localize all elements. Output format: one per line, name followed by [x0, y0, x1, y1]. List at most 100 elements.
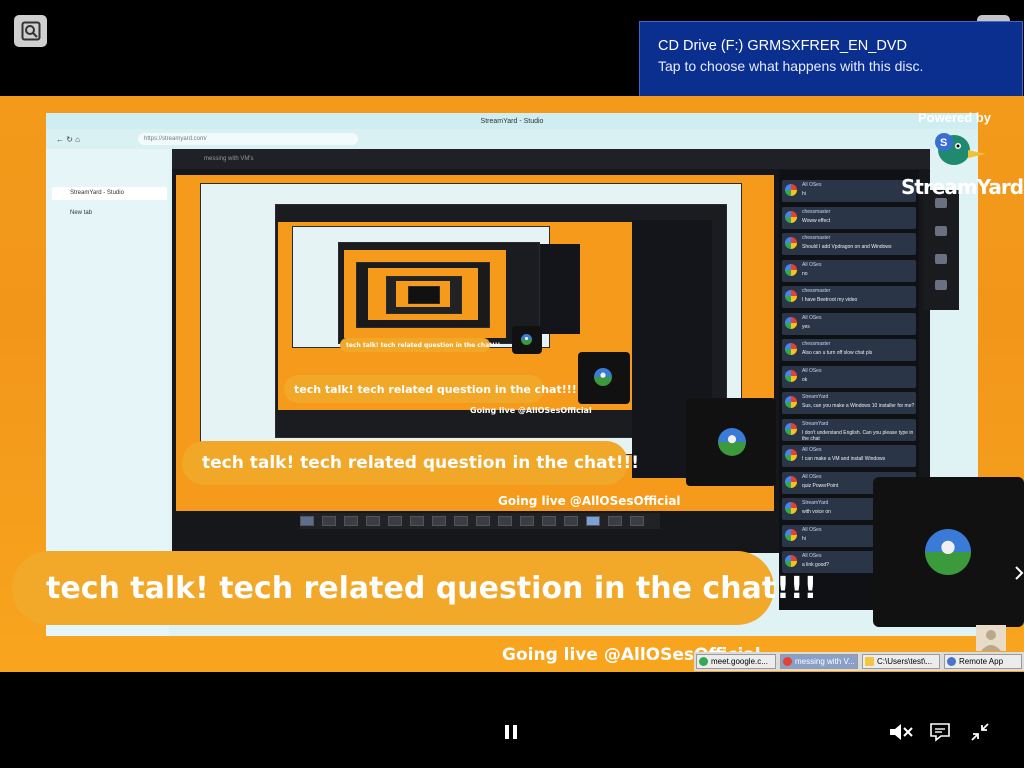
chat-author: All OSes [802, 473, 822, 480]
next-arrow-icon[interactable] [1014, 565, 1024, 581]
live-ticker-small: Going live @AllOSesOfficial [470, 406, 592, 415]
taskbar-item-label: Remote App [959, 657, 1004, 666]
side-tab-new: New tab [52, 207, 167, 220]
nested-studio-5 [408, 286, 440, 304]
layout-grid-icon [542, 516, 556, 526]
chat-message: chessmaster Also can u turn off slow chat… [782, 339, 916, 361]
camera-tile-tiny [512, 326, 542, 354]
chat-avatar [785, 528, 797, 541]
chat-author: chessmaster [802, 208, 831, 215]
chat-author: StreamYard [802, 500, 829, 506]
layout-blank-icon [476, 516, 490, 526]
banner-level-4: tech talk! tech related question in the … [340, 338, 500, 352]
chat-avatar [785, 343, 797, 355]
chat-author: StreamYard [802, 394, 829, 400]
chat-author: All OSes [802, 367, 822, 374]
chat-message: All OSes hi [782, 180, 916, 202]
chat-message: All OSes yes [782, 312, 916, 335]
taskbar-item-meet[interactable]: meet.google.c... [696, 654, 776, 669]
studio-header: messing with VM's [172, 149, 930, 169]
studio-title: messing with VM's [204, 156, 254, 162]
exit-fullscreen-button[interactable] [968, 720, 992, 744]
chat-author: StreamYard [802, 420, 829, 427]
layout-side-icon [498, 516, 512, 526]
toast-title: CD Drive (F:) GRMSXFRER_EN_DVD [658, 38, 907, 54]
camera-tile-large [873, 477, 1024, 627]
browser-title-bar: StreamYard - Studio [46, 113, 978, 129]
chat-message: All OSes ok [782, 365, 916, 388]
taskbar-item-label: C:\Users\test\... [877, 657, 933, 666]
layout-cinema-icon [432, 516, 446, 526]
taskbar-item-explorer[interactable]: C:\Users\test\... [862, 654, 940, 669]
chat-author: chessmaster [802, 288, 831, 294]
chrome-icon [699, 657, 708, 666]
taskbar-item-remote[interactable]: Remote App [944, 654, 1022, 669]
chat-text: hi [802, 191, 806, 197]
rail-private-icon [935, 280, 947, 290]
chat-author: All OSes [802, 182, 822, 188]
chat-avatar [785, 502, 797, 514]
svg-text:S: S [940, 137, 947, 149]
zoom-button[interactable] [14, 15, 47, 47]
chat-text: quiz PowerPoint [802, 482, 839, 489]
chat-text: Sus, can you make a Windows 10 installer… [802, 403, 915, 409]
chat-text: Should I add Vpdragon on and Windows [802, 244, 892, 250]
chat-avatar [785, 316, 797, 329]
banner-level-3: tech talk! tech related question in the … [284, 375, 577, 403]
folder-icon [865, 657, 874, 666]
chat-author: chessmaster [802, 341, 831, 347]
chat-avatar [785, 422, 797, 435]
chat-text: I can make a VM and install Windows [802, 456, 886, 462]
layout-split-icon [520, 516, 534, 526]
layout-selected-icon [586, 516, 600, 526]
layout-solo-icon [300, 516, 314, 526]
pause-button[interactable] [498, 720, 524, 744]
side-tab-studio: StreamYard - Studio [52, 187, 167, 200]
chat-text: no [802, 270, 808, 277]
side-tab-label: StreamYard - Studio [70, 190, 124, 196]
chat-author: chessmaster [802, 235, 831, 241]
streamyard-duck-logo: S [935, 133, 986, 165]
camera-avatar-large [925, 529, 971, 575]
chat-avatar [785, 475, 797, 488]
banner-level-1: tech talk! tech related question in the … [12, 551, 817, 625]
captions-icon [930, 723, 950, 742]
chat-message: All OSes I can make a VM and install Wind… [782, 445, 916, 467]
person-icon [981, 630, 1001, 651]
layout-pip-icon [410, 516, 424, 526]
user-avatar [976, 625, 1006, 651]
muted-speaker-icon [890, 724, 913, 740]
studio-layout-toolbar [300, 513, 660, 529]
chat-message: chessmaster Woww effect [782, 206, 916, 229]
mute-button[interactable] [886, 720, 914, 744]
taskbar: meet.google.c... messing with V... C:\Us… [694, 652, 1024, 671]
chat-avatar [785, 449, 797, 461]
chat-message: StreamYard I don't understand English. Ca… [782, 418, 916, 442]
chat-avatar [785, 237, 797, 249]
nested-chat-2 [540, 244, 580, 334]
rail-comments-icon [935, 226, 947, 236]
powered-by-label: Powered by [918, 110, 991, 125]
camera-tile-small [578, 352, 630, 404]
toast-message: Tap to choose what happens with this dis… [658, 58, 924, 74]
layout-dark-icon [608, 516, 622, 526]
chat-message: chessmaster Should I add Vpdragon on and … [782, 233, 916, 255]
remote-app-icon [947, 657, 956, 666]
chat-text: a link good? [802, 562, 829, 568]
layout-screen-icon [388, 516, 402, 526]
chat-text: Also can u turn off slow chat pls [802, 350, 873, 356]
chat-avatar [785, 555, 797, 567]
chat-message: chessmaster I have Beetroot my video [782, 286, 916, 308]
chat-avatar [785, 184, 797, 196]
chat-author: All OSes [802, 261, 822, 268]
chat-message: StreamYard Sus, can you make a Windows 10… [782, 392, 916, 414]
chat-message: All OSes no [782, 259, 916, 282]
chat-text: yes [802, 323, 810, 330]
taskbar-item-studio[interactable]: messing with V... [780, 654, 858, 669]
svg-text:← ↻ ⌂: ← ↻ ⌂ [56, 135, 80, 144]
camera-avatar-tiny [521, 334, 532, 345]
chat-text: I don't understand English. Can you plea… [802, 429, 914, 442]
captions-button[interactable] [928, 720, 952, 744]
pause-icon [505, 725, 517, 739]
url-field: https://streamyard.com/ [138, 133, 358, 145]
